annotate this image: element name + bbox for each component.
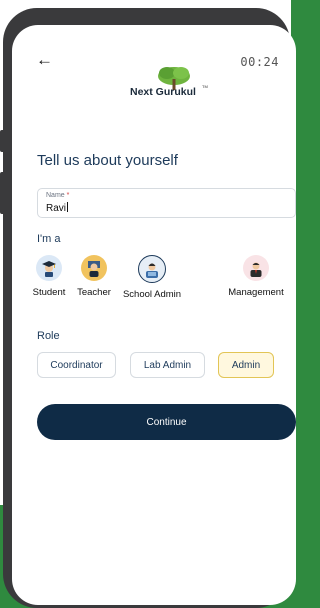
name-input[interactable]: Ravi [46,202,69,214]
school-admin-icon [138,255,166,283]
management-icon [243,255,269,281]
name-label-text: Name [46,192,65,199]
user-type-label: School Admin [122,289,182,300]
logo-text: Next Gurukul [130,86,196,98]
continue-label: Continue [146,416,187,428]
status-time: 00:24 [240,55,279,69]
trademark-mark: TM [202,84,208,89]
phone-frame: ← 00:24 Next Gurukul TM Tell us about yo… [3,8,296,608]
app-screen: ← 00:24 Next Gurukul TM Tell us about yo… [12,25,296,605]
next-gurukul-logo: Next Gurukul TM [130,65,210,101]
role-chip-admin[interactable]: Admin [218,352,274,378]
role-chip-label: Admin [231,359,261,371]
user-type-title: I'm a [37,233,61,245]
required-mark: * [66,192,70,199]
user-type-management[interactable]: Management [221,255,291,298]
page-title: Tell us about yourself [37,152,178,169]
role-chip-coordinator[interactable]: Coordinator [37,352,116,378]
continue-button[interactable]: Continue [37,404,296,440]
name-field-label: Name * [46,192,69,199]
arrow-left-icon[interactable]: ← [36,51,53,68]
text-cursor [67,202,69,212]
user-type-school-admin[interactable]: School Admin [117,255,187,300]
teacher-icon [81,255,107,281]
role-chip-lab-admin[interactable]: Lab Admin [130,352,205,378]
role-chip-label: Lab Admin [143,359,192,371]
name-field[interactable]: Name * Ravi [37,188,296,218]
user-type-label: Management [228,287,284,298]
role-title: Role [37,330,60,342]
role-chip-label: Coordinator [50,359,103,371]
name-value: Ravi [46,203,67,214]
